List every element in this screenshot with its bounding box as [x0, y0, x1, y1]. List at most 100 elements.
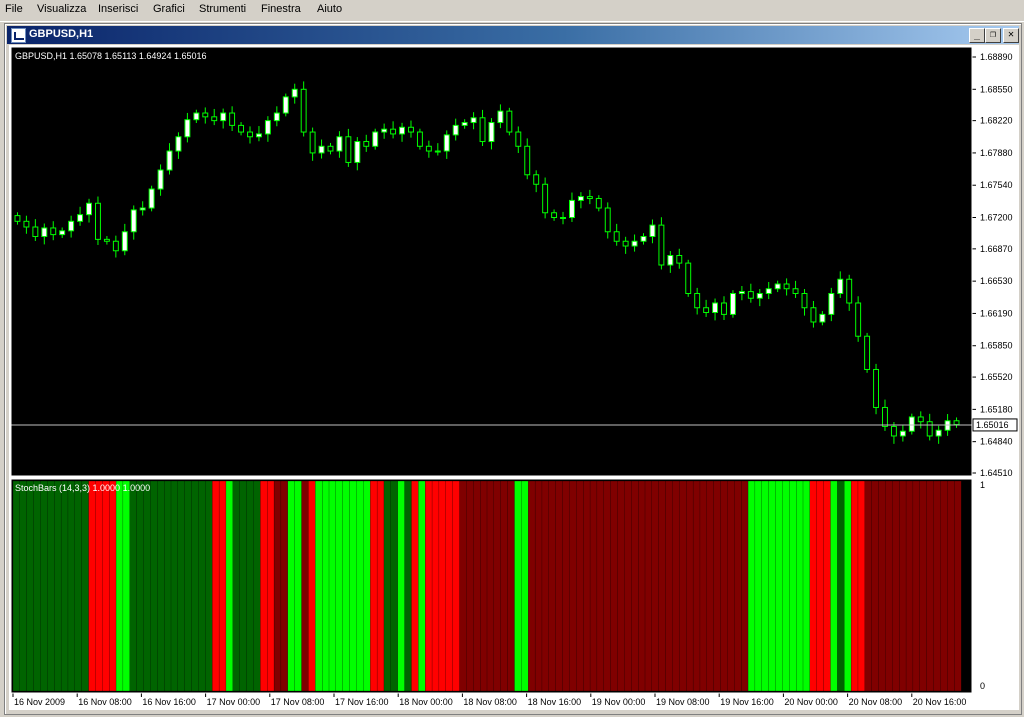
stoch-bar: [528, 480, 536, 692]
candle-body: [837, 278, 844, 294]
stoch-bar: [802, 480, 811, 692]
stoch-bar: [225, 480, 234, 692]
stoch-bar: [308, 480, 316, 692]
stoch-bar: [47, 480, 55, 692]
menu-inserisci[interactable]: Inserisci: [98, 3, 138, 15]
candle-body: [506, 110, 513, 133]
stoch-bar: [926, 480, 934, 692]
stoch-bar: [184, 480, 193, 692]
price-panel: [11, 47, 972, 476]
candle-body: [95, 202, 101, 240]
stoch-bar: [322, 480, 330, 692]
time-axis-label: 16 Nov 08:00: [78, 697, 132, 707]
candle-body: [864, 335, 871, 370]
candle-body: [408, 126, 414, 133]
candle-body: [855, 302, 862, 337]
stoch-bar: [555, 480, 563, 692]
candle-body: [229, 112, 236, 126]
stoch-bar: [796, 480, 804, 692]
candle: [416, 128, 423, 150]
menu-visualizza[interactable]: Visualizza: [37, 3, 86, 15]
stoch-bar: [624, 480, 632, 692]
candle-body: [255, 133, 262, 138]
stoch-bar: [349, 480, 357, 692]
candle-body: [300, 88, 307, 133]
minimize-button[interactable]: _: [969, 28, 985, 43]
stoch-bar: [157, 480, 165, 692]
stoch-bar: [12, 480, 21, 692]
candle-body: [345, 136, 352, 163]
candle-body: [712, 302, 719, 313]
menu-strumenti[interactable]: Strumenti: [199, 3, 246, 15]
stoch-bar: [617, 480, 625, 692]
window-titlebar[interactable]: GBPUSD,H1 _ ❐ ✕: [7, 26, 1019, 44]
candle-body: [586, 196, 593, 200]
candle-body: [247, 131, 253, 138]
stoch-bar: [136, 480, 144, 692]
candle: [864, 332, 871, 373]
stoch-bar: [342, 480, 351, 692]
stoch-bar: [431, 480, 440, 692]
indicator-scale-max: 1: [980, 480, 985, 490]
stoch-bar: [775, 480, 783, 692]
candle-body: [399, 126, 405, 135]
stoch-bar: [782, 480, 790, 692]
candle-body: [291, 88, 298, 98]
stoch-bar: [164, 480, 172, 692]
stoch-bar: [493, 480, 502, 692]
candle-body: [381, 128, 388, 133]
restore-button[interactable]: ❐: [985, 28, 1001, 43]
candle: [372, 128, 379, 150]
stoch-bar: [741, 480, 749, 692]
candle-body: [112, 240, 119, 252]
candle-body: [282, 96, 289, 114]
candle-body: [524, 145, 531, 176]
candle-body: [765, 288, 772, 294]
candle-body: [479, 117, 486, 143]
time-axis-label: 20 Nov 16:00: [913, 697, 967, 707]
candle-body: [59, 230, 66, 236]
menu-file[interactable]: File: [5, 3, 23, 15]
stoch-bar: [583, 480, 591, 692]
stoch-bar: [844, 480, 852, 692]
stoch-bar: [892, 480, 900, 692]
candle-body: [425, 145, 432, 152]
candle-body: [882, 406, 888, 427]
stoch-bar: [390, 480, 399, 692]
stoch-bar: [754, 480, 763, 692]
candle-body: [157, 169, 164, 190]
candle-body: [917, 416, 924, 423]
time-axis-label: 20 Nov 08:00: [849, 697, 903, 707]
stoch-bar: [871, 480, 879, 692]
candle-body: [560, 217, 566, 220]
stoch-bar: [280, 480, 289, 692]
stoch-bar: [548, 480, 557, 692]
stoch-bar: [692, 480, 701, 692]
candle-body: [774, 283, 781, 290]
candle-body: [434, 150, 441, 153]
close-button[interactable]: ✕: [1003, 28, 1019, 43]
price-axis-label: 1.67200: [980, 213, 1013, 223]
menu-finestra[interactable]: Finestra: [261, 3, 301, 15]
stoch-bar: [109, 480, 117, 692]
candle: [148, 185, 155, 212]
candle: [873, 363, 879, 415]
candle-body: [148, 188, 155, 209]
stoch-bar: [315, 480, 323, 692]
candle-body: [14, 215, 21, 222]
menu-aiuto[interactable]: Aiuto: [317, 3, 342, 15]
candle: [729, 290, 736, 318]
candle-body: [363, 141, 370, 147]
candle-body: [801, 292, 808, 309]
candle-body: [41, 227, 48, 238]
stoch-bar: [370, 480, 378, 692]
menu-bar: File Visualizza Inserisci Grafici Strume…: [0, 0, 1024, 22]
candle-body: [318, 145, 325, 154]
candle-body: [130, 209, 137, 233]
menu-grafici[interactable]: Grafici: [153, 3, 185, 15]
candle-body: [783, 283, 790, 290]
candle-body: [622, 240, 629, 247]
price-chart[interactable]: 1.68890 1.68550 1.68220 1.67880 1.67540 1.672…: [9, 45, 1019, 710]
candle: [658, 217, 665, 270]
candle-body: [452, 124, 459, 136]
